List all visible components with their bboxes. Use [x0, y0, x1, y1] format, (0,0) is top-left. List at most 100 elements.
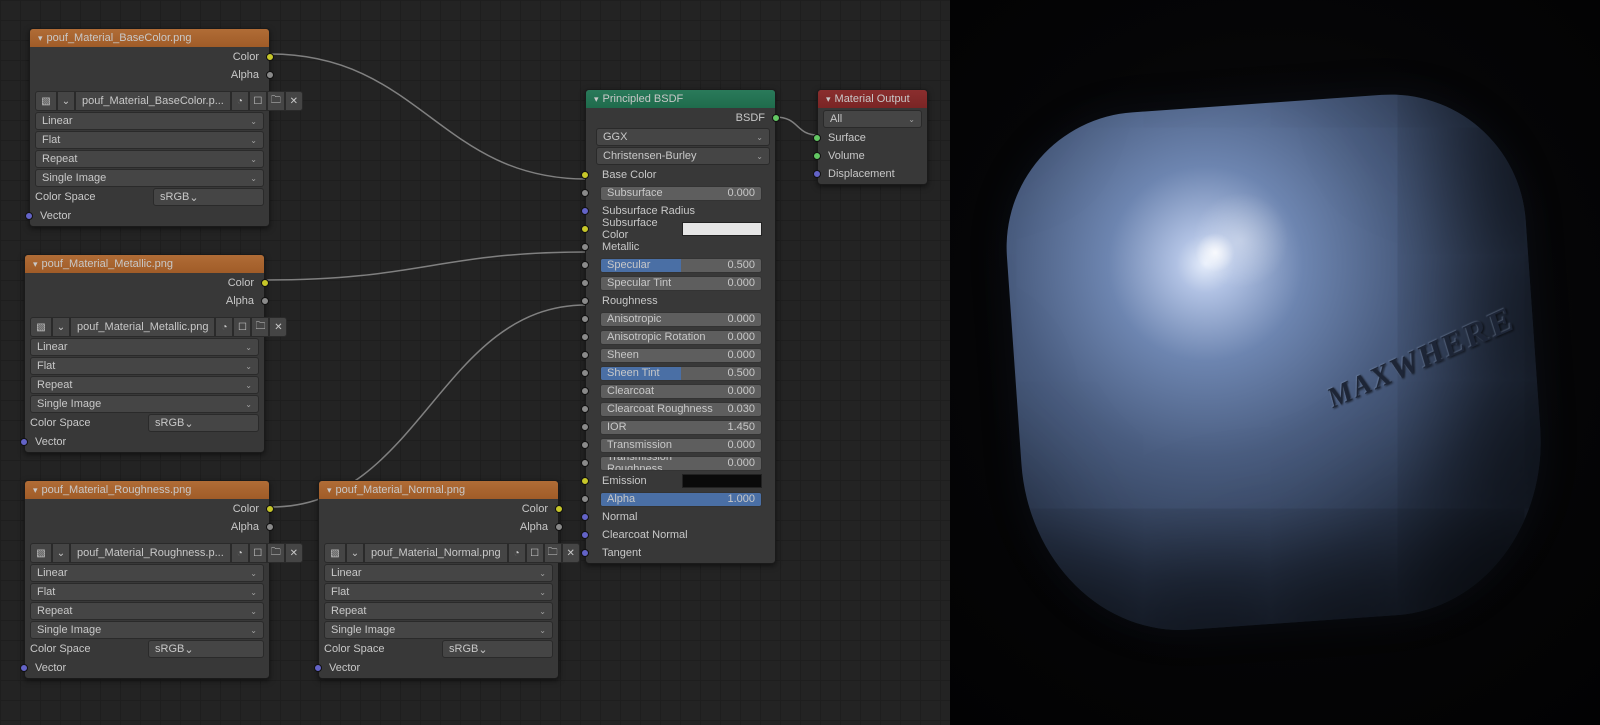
socket[interactable] [581, 369, 589, 377]
image-picker[interactable]: ▧ ⌄ pouf_Material_BaseColor.p... ◔ ☐ 🗀 ✕ [35, 91, 264, 111]
open-image-icon[interactable]: 🗀 [267, 543, 285, 563]
distribution-select[interactable]: GGX⌄ [596, 128, 770, 146]
projection-select[interactable]: Flat⌄ [35, 131, 264, 149]
image-texture-node-normal[interactable]: ▾ pouf_Material_Normal.png Color Alpha ▧… [318, 480, 559, 679]
image-picker[interactable]: ▧ ⌄ pouf_Material_Roughness.p... ◔ ☐ 🗀 ✕ [30, 543, 264, 563]
fake-user-icon[interactable]: ◔ [231, 91, 249, 111]
projection-select[interactable]: Flat⌄ [30, 357, 259, 375]
socket[interactable] [555, 523, 563, 531]
colorspace-select[interactable]: sRGB⌄ [153, 188, 264, 206]
target-select[interactable]: All⌄ [823, 110, 922, 128]
extension-select[interactable]: Repeat⌄ [324, 602, 553, 620]
socket[interactable] [772, 114, 780, 122]
image-browse-icon[interactable]: ▧ [30, 317, 52, 337]
colorspace-select[interactable]: sRGB⌄ [148, 414, 259, 432]
new-image-icon[interactable]: ☐ [249, 91, 267, 111]
projection-select[interactable]: Flat⌄ [30, 583, 264, 601]
new-image-icon[interactable]: ☐ [249, 543, 267, 563]
image-filename[interactable]: pouf_Material_BaseColor.p... [75, 91, 231, 111]
unlink-icon[interactable]: ✕ [285, 543, 303, 563]
extension-select[interactable]: Repeat⌄ [30, 602, 264, 620]
socket[interactable] [581, 513, 589, 521]
chevron-down-icon[interactable]: ⌄ [52, 543, 70, 563]
chevron-down-icon[interactable]: ⌄ [57, 91, 75, 111]
bsdf-specular[interactable]: Specular0.500 [586, 256, 770, 274]
socket[interactable] [266, 53, 274, 61]
socket[interactable] [581, 261, 589, 269]
bsdf-emission[interactable]: Emission [586, 472, 770, 490]
new-image-icon[interactable]: ☐ [233, 317, 251, 337]
socket[interactable] [581, 423, 589, 431]
unlink-icon[interactable]: ✕ [562, 543, 580, 563]
fake-user-icon[interactable]: ◔ [231, 543, 249, 563]
chevron-down-icon[interactable]: ⌄ [346, 543, 364, 563]
socket[interactable] [581, 549, 589, 557]
socket[interactable] [581, 441, 589, 449]
extension-select[interactable]: Repeat⌄ [35, 150, 264, 168]
material-output-node[interactable]: ▾ Material Output All⌄ Surface Volume Di… [817, 89, 928, 185]
colorspace-select[interactable]: sRGB⌄ [148, 640, 264, 658]
node-header[interactable]: ▾ Material Output [818, 90, 927, 108]
open-image-icon[interactable]: 🗀 [267, 91, 285, 111]
bsdf-subsurface-color[interactable]: Subsurface Color [586, 220, 770, 238]
fake-user-icon[interactable]: ◔ [215, 317, 233, 337]
collapse-icon[interactable]: ▾ [33, 259, 38, 270]
image-browse-icon[interactable]: ▧ [324, 543, 346, 563]
socket[interactable] [266, 505, 274, 513]
socket[interactable] [20, 664, 28, 672]
interpolation-select[interactable]: Linear⌄ [35, 112, 264, 130]
socket[interactable] [581, 171, 589, 179]
open-image-icon[interactable]: 🗀 [544, 543, 562, 563]
node-header[interactable]: ▾ Principled BSDF [586, 90, 775, 108]
socket[interactable] [581, 279, 589, 287]
bsdf-transmission-roughness[interactable]: Transmission Roughness0.000 [586, 454, 770, 472]
socket[interactable] [25, 212, 33, 220]
socket[interactable] [581, 297, 589, 305]
image-browse-icon[interactable]: ▧ [30, 543, 52, 563]
bsdf-clearcoat-roughness[interactable]: Clearcoat Roughness0.030 [586, 400, 770, 418]
unlink-icon[interactable]: ✕ [285, 91, 303, 111]
colorspace-select[interactable]: sRGB⌄ [442, 640, 553, 658]
socket[interactable] [581, 333, 589, 341]
bsdf-anisotropic[interactable]: Anisotropic0.000 [586, 310, 770, 328]
socket[interactable] [266, 523, 274, 531]
socket[interactable] [581, 495, 589, 503]
bsdf-sheen[interactable]: Sheen0.000 [586, 346, 770, 364]
socket[interactable] [261, 297, 269, 305]
collapse-icon[interactable]: ▾ [33, 485, 38, 496]
socket[interactable] [581, 225, 589, 233]
socket[interactable] [261, 279, 269, 287]
image-texture-node-roughness[interactable]: ▾ pouf_Material_Roughness.png Color Alph… [24, 480, 270, 679]
socket[interactable] [581, 459, 589, 467]
fake-user-icon[interactable]: ◔ [508, 543, 526, 563]
socket[interactable] [581, 315, 589, 323]
socket[interactable] [581, 351, 589, 359]
bsdf-anisotropic-rotation[interactable]: Anisotropic Rotation0.000 [586, 328, 770, 346]
collapse-icon[interactable]: ▾ [594, 94, 599, 105]
source-select[interactable]: Single Image⌄ [35, 169, 264, 187]
socket[interactable] [581, 405, 589, 413]
image-filename[interactable]: pouf_Material_Metallic.png [70, 317, 215, 337]
socket[interactable] [813, 134, 821, 142]
chevron-down-icon[interactable]: ⌄ [52, 317, 70, 337]
image-texture-node-basecolor[interactable]: ▾ pouf_Material_BaseColor.png Color Alph… [29, 28, 270, 227]
image-picker[interactable]: ▧ ⌄ pouf_Material_Metallic.png ◔ ☐ 🗀 ✕ [30, 317, 259, 337]
source-select[interactable]: Single Image⌄ [30, 621, 264, 639]
shader-node-editor[interactable]: ▾ pouf_Material_BaseColor.png Color Alph… [0, 0, 950, 725]
bsdf-specular-tint[interactable]: Specular Tint0.000 [586, 274, 770, 292]
socket[interactable] [581, 189, 589, 197]
interpolation-select[interactable]: Linear⌄ [30, 338, 259, 356]
node-header[interactable]: ▾ pouf_Material_Roughness.png [25, 481, 269, 499]
unlink-icon[interactable]: ✕ [269, 317, 287, 337]
socket[interactable] [581, 207, 589, 215]
node-header[interactable]: ▾ pouf_Material_BaseColor.png [30, 29, 269, 47]
collapse-icon[interactable]: ▾ [327, 485, 332, 496]
render-preview-viewport[interactable]: MAXWHERE [950, 0, 1600, 725]
node-header[interactable]: ▾ pouf_Material_Normal.png [319, 481, 558, 499]
socket[interactable] [555, 505, 563, 513]
node-header[interactable]: ▾ pouf_Material_Metallic.png [25, 255, 264, 273]
image-picker[interactable]: ▧ ⌄ pouf_Material_Normal.png ◔ ☐ 🗀 ✕ [324, 543, 553, 563]
collapse-icon[interactable]: ▾ [826, 94, 831, 105]
principled-bsdf-node[interactable]: ▾ Principled BSDF BSDF GGX⌄ Christensen-… [585, 89, 776, 564]
image-filename[interactable]: pouf_Material_Normal.png [364, 543, 508, 563]
